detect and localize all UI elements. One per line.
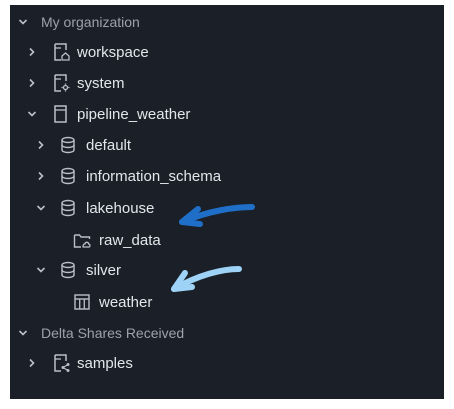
- database-icon: [59, 260, 77, 280]
- tree-item-information-schema[interactable]: information_schema: [10, 161, 444, 191]
- chevron-down-icon[interactable]: [17, 16, 29, 28]
- chevron-right-icon[interactable]: [35, 170, 47, 182]
- chevron-right-icon[interactable]: [26, 77, 38, 89]
- tree-item-raw-data[interactable]: raw_data: [10, 225, 444, 255]
- tree-item-workspace[interactable]: workspace: [10, 37, 444, 67]
- section-label: My organization: [41, 14, 140, 30]
- catalog-explorer-tree: My organization workspace system pipelin…: [10, 5, 444, 399]
- tree-item-label: weather: [99, 293, 153, 311]
- chevron-down-icon[interactable]: [26, 108, 38, 120]
- tree-item-label: information_schema: [86, 167, 222, 185]
- section-label: Delta Shares Received: [41, 325, 185, 341]
- chevron-right-icon[interactable]: [26, 357, 38, 369]
- table-icon: [73, 292, 91, 312]
- tree-item-weather[interactable]: weather: [10, 287, 444, 317]
- tree-item-label: default: [86, 136, 132, 154]
- tree-item-samples[interactable]: samples: [10, 348, 444, 378]
- catalog-shared-icon: [52, 353, 70, 373]
- volume-folder-icon: [73, 230, 91, 250]
- catalog-system-icon: [52, 73, 70, 93]
- tree-item-label: silver: [86, 261, 122, 279]
- chevron-right-icon[interactable]: [26, 46, 38, 58]
- database-icon: [59, 198, 77, 218]
- database-icon: [59, 166, 77, 186]
- catalog-home-icon: [52, 42, 70, 62]
- chevron-down-icon[interactable]: [17, 327, 29, 339]
- database-icon: [59, 135, 77, 155]
- tree-item-system[interactable]: system: [10, 68, 444, 98]
- catalog-icon: [52, 104, 70, 124]
- tree-item-label: workspace: [77, 43, 149, 61]
- tree-item-default[interactable]: default: [10, 130, 444, 160]
- tree-item-lakehouse[interactable]: lakehouse: [10, 193, 444, 223]
- tree-item-silver[interactable]: silver: [10, 255, 444, 285]
- chevron-right-icon[interactable]: [35, 139, 47, 151]
- section-delta-shares-received[interactable]: Delta Shares Received: [10, 318, 444, 348]
- tree-item-label: samples: [77, 354, 133, 372]
- chevron-down-icon[interactable]: [35, 202, 47, 214]
- tree-item-label: lakehouse: [86, 199, 155, 217]
- chevron-down-icon[interactable]: [35, 264, 47, 276]
- tree-item-pipeline-weather[interactable]: pipeline_weather: [10, 99, 444, 129]
- tree-item-label: system: [77, 74, 125, 92]
- tree-item-label: pipeline_weather: [77, 105, 191, 123]
- section-my-organization[interactable]: My organization: [10, 7, 444, 37]
- tree-item-label: raw_data: [99, 231, 161, 249]
